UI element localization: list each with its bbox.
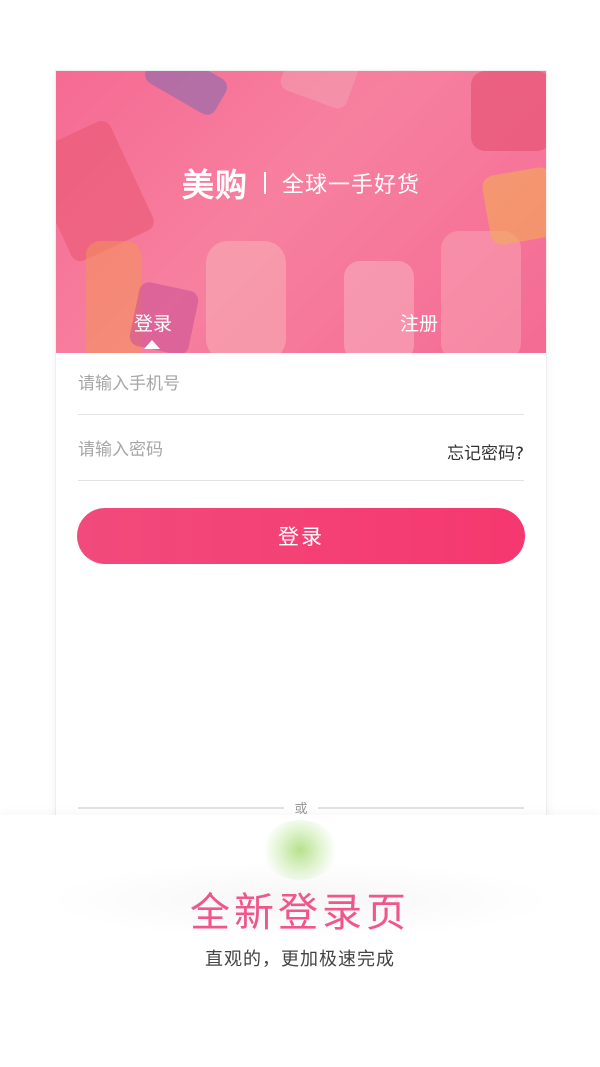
brand-logo: 美购 — [181, 166, 248, 204]
brand-slogan: 全球一手好货 — [282, 173, 421, 198]
password-field: 忘记密码? — [78, 419, 524, 481]
tab-register[interactable]: 注册 — [400, 309, 438, 336]
auth-tabs: 登录 注册 — [56, 309, 546, 353]
green-glow-decoration — [262, 820, 338, 880]
product-image — [141, 71, 231, 119]
forgot-password-link[interactable]: 忘记密码? — [447, 439, 524, 464]
feature-subtitle: 直观的，更加极速完成 — [205, 949, 395, 970]
product-image — [277, 71, 365, 112]
login-card: 美购 全球一手好货 登录 注册 忘记密码? 登录 或 — [56, 71, 546, 831]
tab-login[interactable]: 登录 — [134, 309, 172, 336]
product-image — [471, 71, 546, 151]
login-button[interactable]: 登录 — [77, 508, 525, 564]
screen: 美购 全球一手好货 登录 注册 忘记密码? 登录 或 全新登录页 直观 — [0, 0, 600, 1067]
active-tab-indicator — [144, 340, 160, 349]
divider-line — [78, 807, 284, 809]
phone-field — [78, 353, 524, 415]
header-banner: 美购 全球一手好货 登录 注册 — [56, 71, 546, 353]
feature-title: 全新登录页 — [190, 890, 410, 936]
divider-line — [318, 807, 524, 809]
brand-header: 美购 全球一手好货 — [56, 163, 546, 204]
brand-divider — [264, 172, 266, 194]
phone-input[interactable] — [78, 353, 524, 414]
